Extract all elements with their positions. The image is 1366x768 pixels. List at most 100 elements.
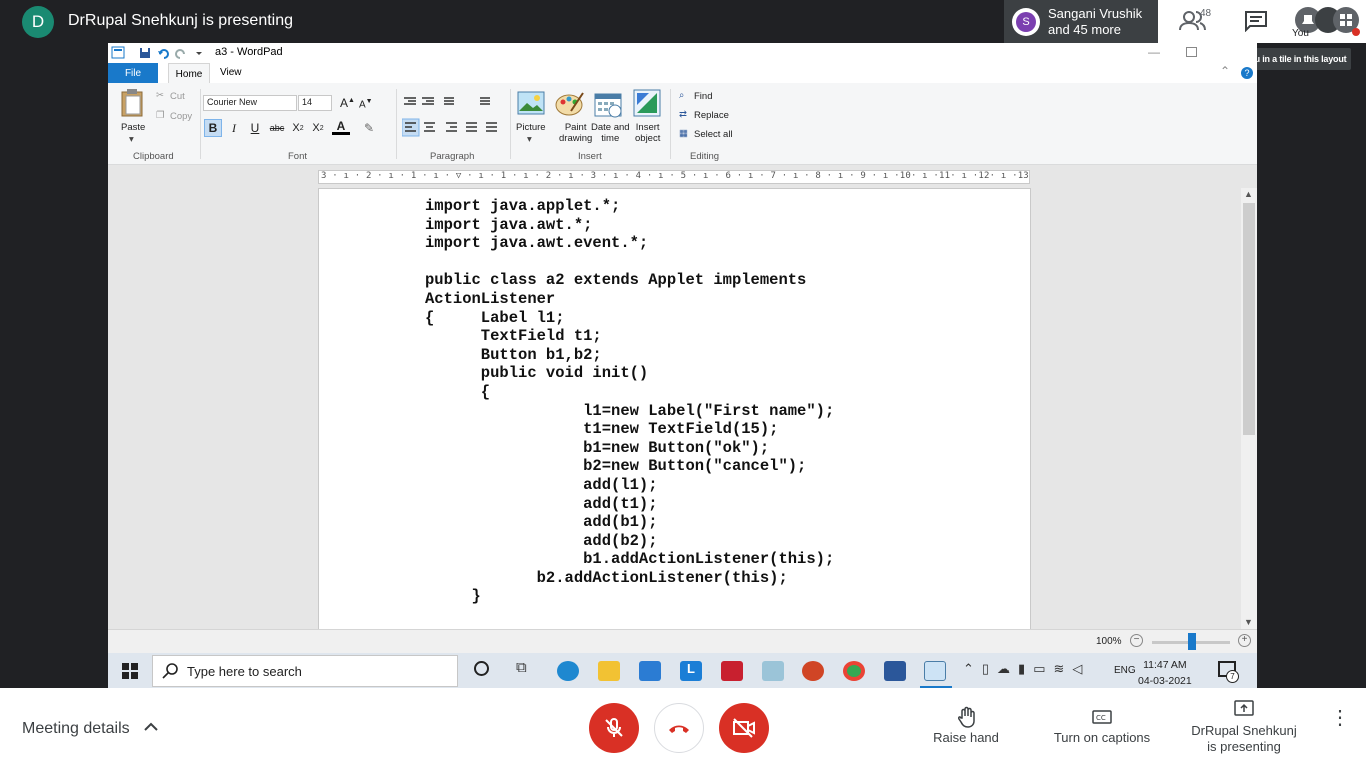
raise-hand-icon[interactable]	[957, 706, 977, 728]
italic-button[interactable]: I	[225, 119, 243, 137]
camera-off-button[interactable]	[719, 703, 769, 753]
find-icon[interactable]: ⌕	[679, 90, 684, 101]
code-line[interactable]: l1=new Label("First name");	[425, 402, 834, 421]
word-icon[interactable]	[884, 661, 906, 681]
find-button[interactable]: Find	[694, 91, 712, 102]
app-icon[interactable]	[762, 661, 784, 681]
strikethrough-button[interactable]: abc	[268, 119, 286, 137]
zoom-in-icon[interactable]: +	[1238, 634, 1251, 647]
code-line[interactable]: import java.applet.*;	[425, 197, 834, 216]
paste-button[interactable]: Paste	[121, 122, 145, 133]
code-line[interactable]: { Label l1;	[425, 309, 834, 328]
document-text[interactable]: import java.applet.*; import java.awt.*; i…	[425, 197, 834, 606]
font-size-select[interactable]: 14	[298, 95, 332, 111]
code-line[interactable]: TextField t1;	[425, 327, 834, 346]
code-line[interactable]	[425, 253, 834, 272]
participants-pill[interactable]: S Sangani Vrushik and 45 more	[1004, 0, 1158, 43]
maximize-icon[interactable]	[1186, 47, 1197, 57]
paste-dropdown-icon[interactable]: ▾	[129, 134, 134, 145]
scroll-down-icon[interactable]: ▼	[1244, 617, 1253, 627]
chevron-up-icon[interactable]	[144, 722, 158, 732]
insert-object-button[interactable]: Insert object	[635, 122, 660, 144]
quick-access-toolbar-icon[interactable]	[110, 45, 210, 61]
leave-call-button[interactable]	[654, 703, 704, 753]
superscript-icon[interactable]: X2	[309, 119, 327, 137]
code-line[interactable]: ActionListener	[425, 290, 834, 309]
minimize-icon[interactable]: —	[1148, 45, 1160, 59]
shrink-font-icon[interactable]: A▼	[359, 96, 373, 110]
text-color-icon[interactable]: A	[332, 119, 350, 135]
code-line[interactable]: Button b1,b2;	[425, 346, 834, 365]
insert-object-icon[interactable]	[633, 89, 661, 117]
highlight-icon[interactable]: ✎	[360, 119, 378, 137]
paragraph-tools-icon[interactable]	[402, 95, 502, 139]
date-time-button[interactable]: Date and time	[591, 122, 630, 144]
code-line[interactable]: t1=new TextField(15);	[425, 420, 834, 439]
select-all-icon[interactable]: ▦	[679, 128, 688, 139]
scroll-up-icon[interactable]: ▲	[1244, 189, 1253, 199]
code-line[interactable]: b2.addActionListener(this);	[425, 569, 834, 588]
code-line[interactable]: public void init()	[425, 364, 834, 383]
chat-icon[interactable]	[1244, 10, 1268, 32]
code-line[interactable]: b1.addActionListener(this);	[425, 550, 834, 569]
lms-icon[interactable]: L	[680, 661, 702, 681]
tab-file[interactable]: File	[108, 63, 158, 83]
more-options-icon[interactable]: ⋮	[1330, 708, 1350, 728]
mail-icon[interactable]	[639, 661, 661, 681]
file-explorer-icon[interactable]	[598, 661, 620, 681]
select-all-button[interactable]: Select all	[694, 129, 733, 140]
captions-icon[interactable]: CC	[1092, 710, 1112, 724]
code-line[interactable]: b2=new Button("cancel");	[425, 457, 834, 476]
language-indicator[interactable]: ENG	[1114, 665, 1136, 676]
zoom-slider-thumb[interactable]	[1188, 633, 1196, 650]
grow-font-icon[interactable]: A▲	[340, 95, 355, 109]
system-tray-icons[interactable]: ⌃▯☁▮▭≋◁	[963, 661, 1090, 677]
picture-icon[interactable]	[517, 91, 545, 117]
code-line[interactable]: b1=new Button("ok");	[425, 439, 834, 458]
meeting-details-button[interactable]: Meeting details	[22, 720, 130, 738]
code-line[interactable]: add(b1);	[425, 513, 834, 532]
ribbon-collapse-icon[interactable]: ⌃	[1220, 64, 1230, 78]
taskbar-clock[interactable]: 11:47 AM 04-03-2021	[1138, 657, 1192, 689]
replace-button[interactable]: Replace	[694, 110, 729, 121]
zoom-out-icon[interactable]: −	[1130, 634, 1143, 647]
captions-button[interactable]: Turn on captions	[1047, 730, 1157, 746]
ruler[interactable]: 3 · ı · 2 · ı · 1 · ı · ▽ · ı · 1 · ı · …	[318, 170, 1030, 184]
mcafee-icon[interactable]	[721, 661, 743, 681]
picture-button[interactable]: Picture	[516, 122, 546, 133]
underline-button[interactable]: U	[246, 119, 264, 137]
taskbar-search-input[interactable]: Type here to search	[152, 655, 458, 687]
chrome-icon[interactable]	[843, 661, 865, 681]
document-page[interactable]: import java.applet.*; import java.awt.*; i…	[318, 188, 1031, 688]
code-line[interactable]: {	[425, 383, 834, 402]
cut-button[interactable]: Cut	[170, 91, 185, 102]
tab-view[interactable]: View	[220, 67, 242, 78]
tab-home[interactable]: Home	[168, 63, 210, 84]
wordpad-taskbar-icon[interactable]	[924, 661, 946, 681]
code-line[interactable]: import java.awt.*;	[425, 216, 834, 235]
powerpoint-icon[interactable]	[802, 661, 824, 681]
paint-button[interactable]: Paint drawing	[559, 122, 592, 144]
code-line[interactable]: public class a2 extends Applet implement…	[425, 271, 834, 290]
code-line[interactable]: add(t1);	[425, 495, 834, 514]
calendar-icon[interactable]	[594, 91, 622, 119]
subscript-icon[interactable]: X2	[289, 119, 307, 137]
bold-button[interactable]: B	[204, 119, 222, 137]
windows-start-icon[interactable]	[122, 663, 138, 679]
replace-icon[interactable]: ⇄	[679, 109, 687, 120]
cut-icon[interactable]: ✂	[156, 90, 164, 101]
raise-hand-button[interactable]: Raise hand	[926, 730, 1006, 746]
help-icon[interactable]: ?	[1241, 67, 1253, 79]
present-icon[interactable]	[1234, 700, 1254, 718]
font-family-select[interactable]: Courier New	[203, 95, 297, 111]
code-line[interactable]: import java.awt.event.*;	[425, 234, 834, 253]
edge-icon[interactable]	[557, 661, 579, 681]
mic-off-button[interactable]	[589, 703, 639, 753]
scrollbar-thumb[interactable]	[1243, 203, 1255, 435]
code-line[interactable]: add(b2);	[425, 532, 834, 551]
picture-dropdown-icon[interactable]: ▾	[527, 134, 532, 145]
task-view-icon[interactable]: ⧉	[516, 659, 527, 676]
paste-icon[interactable]	[120, 88, 144, 118]
copy-button[interactable]: Copy	[170, 111, 192, 122]
code-line[interactable]: add(l1);	[425, 476, 834, 495]
